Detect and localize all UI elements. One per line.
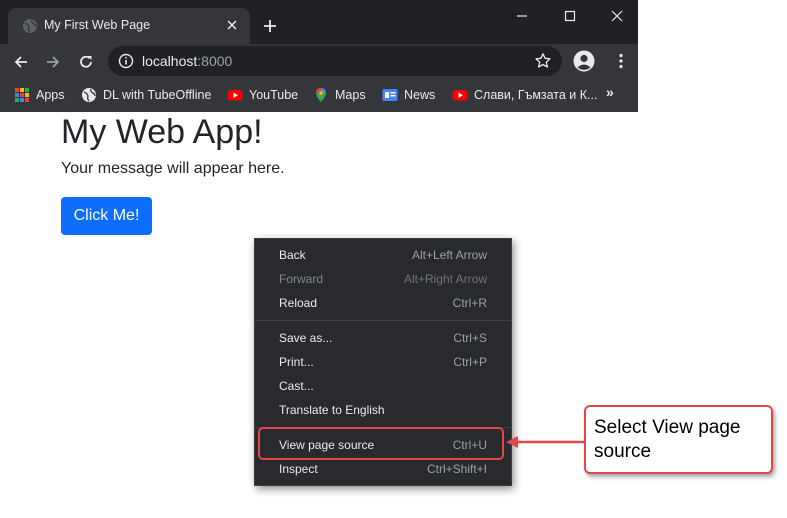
close-tab-icon[interactable] — [224, 17, 240, 33]
menu-item-forward[interactable]: Forward Alt+Right Arrow — [255, 267, 511, 291]
menu-item-label: Translate to English — [279, 403, 385, 417]
bookmark-slavi[interactable]: Слави, Гъмзата и К... — [452, 85, 597, 105]
bookmark-label: DL with TubeOffline — [103, 88, 212, 102]
tab-title: My First Web Page — [44, 18, 151, 32]
menu-item-shortcut: Ctrl+Shift+I — [426, 462, 487, 476]
bookmark-label: Apps — [36, 88, 65, 102]
menu-item-label: Back — [279, 248, 306, 262]
menu-item-label: Inspect — [279, 462, 318, 476]
bookmark-star-icon[interactable] — [534, 52, 552, 70]
menu-item-label: Cast... — [279, 379, 314, 393]
bookmark-label: Слави, Гъмзата и К... — [474, 88, 598, 102]
menu-item-label: Save as... — [279, 331, 333, 345]
minimize-icon[interactable] — [514, 8, 530, 24]
menu-item-label: Forward — [279, 272, 324, 286]
apps-grid-icon — [15, 88, 29, 102]
tab-strip: My First Web Page — [0, 0, 638, 44]
reload-icon[interactable] — [77, 53, 95, 71]
menu-item-back[interactable]: Back Alt+Left Arrow — [255, 243, 511, 267]
page-heading: My Web App! — [61, 113, 263, 151]
menu-item-shortcut: Ctrl+P — [453, 355, 487, 369]
message-text: Your message will appear here. — [61, 160, 285, 177]
maximize-icon[interactable] — [562, 8, 578, 24]
close-window-icon[interactable] — [609, 8, 625, 24]
url-text: localhost:8000 — [142, 53, 232, 69]
menu-item-save-as[interactable]: Save as... Ctrl+S — [255, 326, 511, 350]
menu-item-shortcut: Ctrl+R — [452, 296, 487, 310]
bookmark-label: YouTube — [249, 88, 299, 102]
youtube-icon — [227, 90, 243, 101]
profile-avatar-icon[interactable] — [573, 50, 595, 72]
menu-item-shortcut: Alt+Left Arrow — [411, 248, 487, 262]
menu-item-translate[interactable]: Translate to English — [255, 398, 511, 422]
bookmarks-bar: Apps DL with TubeOffline YouTube Maps Ne… — [0, 78, 638, 112]
menu-item-shortcut: Alt+Right Arrow — [403, 272, 487, 286]
back-arrow-icon[interactable] — [12, 53, 30, 71]
youtube-icon — [452, 90, 468, 101]
url-port: :8000 — [197, 53, 233, 69]
bookmark-youtube[interactable]: YouTube — [227, 85, 298, 105]
maps-pin-icon — [316, 88, 326, 102]
menu-item-print[interactable]: Print... Ctrl+P — [255, 350, 511, 374]
forward-arrow-icon[interactable] — [44, 53, 62, 71]
callout-text: Select View page source — [594, 417, 741, 462]
click-me-button[interactable]: Click Me! — [61, 197, 152, 235]
menu-separator — [255, 320, 511, 321]
site-info-icon[interactable] — [118, 53, 134, 69]
menu-item-cast[interactable]: Cast... — [255, 374, 511, 398]
menu-item-shortcut: Ctrl+S — [453, 331, 487, 345]
globe-icon — [23, 19, 37, 33]
bookmark-apps[interactable]: Apps — [14, 85, 65, 105]
toolbar: localhost:8000 — [0, 44, 638, 78]
callout-box: Select View page source — [584, 405, 773, 474]
bookmark-tubeoffline[interactable]: DL with TubeOffline — [81, 85, 211, 105]
browser-window: My First Web Page localhost:8000 Apps DL… — [0, 0, 638, 112]
bookmarks-overflow-button[interactable]: » — [606, 84, 614, 100]
google-news-icon — [382, 89, 398, 101]
menu-item-label: Reload — [279, 296, 318, 310]
new-tab-icon[interactable] — [262, 18, 278, 34]
callout-arrow-icon — [506, 436, 587, 448]
url-host: localhost — [142, 53, 198, 69]
menu-item-label: Print... — [279, 355, 314, 369]
menu-item-reload[interactable]: Reload Ctrl+R — [255, 291, 511, 315]
globe-icon — [82, 88, 96, 102]
menu-kebab-icon[interactable] — [612, 52, 630, 70]
bookmark-label: News — [404, 88, 436, 102]
address-bar[interactable]: localhost:8000 — [108, 46, 562, 76]
highlight-box — [258, 427, 504, 460]
bookmark-label: Maps — [335, 88, 366, 102]
bookmark-news[interactable]: News — [382, 85, 435, 105]
bookmark-maps[interactable]: Maps — [313, 85, 366, 105]
tab-active[interactable]: My First Web Page — [8, 8, 250, 44]
menu-item-inspect[interactable]: Inspect Ctrl+Shift+I — [255, 457, 511, 481]
